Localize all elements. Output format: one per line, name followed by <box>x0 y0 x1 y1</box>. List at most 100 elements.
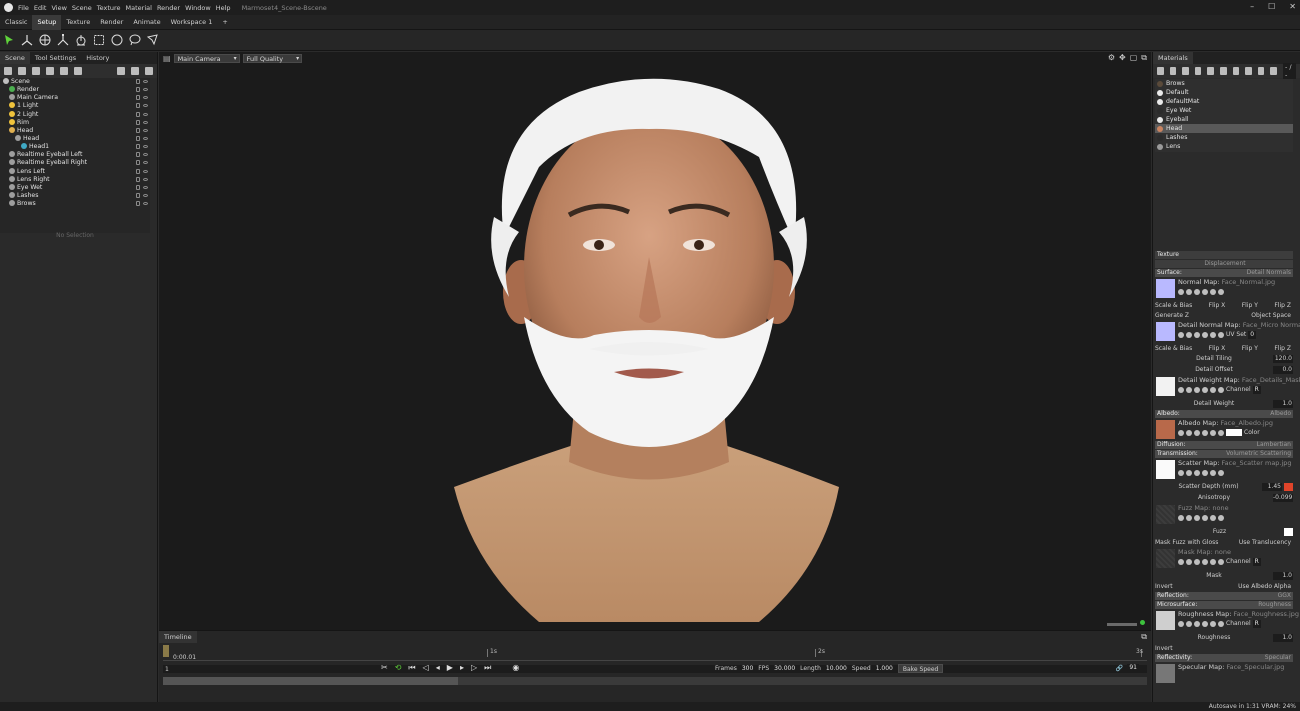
invert-checkbox[interactable]: Invert <box>1155 583 1173 590</box>
refresh-icon[interactable] <box>1245 67 1252 75</box>
eye-icon[interactable] <box>1194 288 1200 295</box>
speed-field[interactable]: 1.000 <box>873 664 895 673</box>
add-camera-icon[interactable] <box>32 67 40 75</box>
menu-file[interactable]: File <box>18 4 29 12</box>
add-material-icon[interactable] <box>74 67 82 75</box>
tab-animate[interactable]: Animate <box>128 15 165 30</box>
next-frame-icon[interactable]: ▸ <box>460 663 464 673</box>
visibility-icon[interactable] <box>143 185 148 189</box>
gear-icon[interactable]: ⚙ <box>1108 53 1115 63</box>
scene-tree-item[interactable]: Head <box>0 126 150 135</box>
visibility-icon[interactable] <box>143 202 148 206</box>
reflection-value[interactable]: GGX <box>1278 592 1293 600</box>
scene-tree-item[interactable]: Eye Wet <box>0 183 150 192</box>
material-item[interactable]: Default <box>1155 88 1293 97</box>
search-icon[interactable] <box>1186 620 1192 627</box>
scene-tree-item[interactable]: 2 Light <box>0 110 150 119</box>
fuzz-thumbnail[interactable] <box>1156 505 1175 524</box>
scene-tree-item[interactable]: Render <box>0 86 150 94</box>
invert-checkbox[interactable]: Invert <box>1155 645 1173 652</box>
lock-icon[interactable] <box>136 135 140 141</box>
fuzz-map-file[interactable]: none <box>1212 504 1228 512</box>
transmission-value[interactable]: Volumetric Scattering <box>1226 450 1293 458</box>
folder-icon[interactable] <box>117 67 125 75</box>
lock-icon[interactable] <box>136 95 140 101</box>
reload-icon[interactable] <box>1210 288 1216 295</box>
quality-dropdown[interactable]: Full Quality <box>242 53 303 63</box>
tab-setup[interactable]: Setup <box>32 14 62 30</box>
mask-thumbnail[interactable] <box>1156 549 1175 568</box>
menu-edit[interactable]: Edit <box>34 4 47 12</box>
select-tool-icon[interactable] <box>2 33 16 47</box>
scatter-thumbnail[interactable] <box>1156 460 1175 479</box>
move-tool-icon[interactable] <box>20 33 34 47</box>
maximize-icon[interactable]: ☐ <box>1268 2 1275 11</box>
search-icon[interactable] <box>1186 558 1192 565</box>
lock-icon[interactable] <box>136 201 140 207</box>
gear-icon[interactable] <box>1178 558 1184 565</box>
visibility-icon[interactable] <box>143 161 148 165</box>
pencil-icon[interactable] <box>1202 558 1208 565</box>
prev-key-icon[interactable]: ◁ <box>423 663 429 673</box>
duplicate-icon[interactable] <box>131 67 139 75</box>
close-icon[interactable] <box>1218 514 1224 521</box>
reload-icon[interactable] <box>1210 558 1216 565</box>
visibility-icon[interactable] <box>143 169 148 173</box>
visibility-icon[interactable] <box>143 120 148 124</box>
search-icon[interactable] <box>1186 429 1192 436</box>
roughness-map-file[interactable]: Face_Roughness.jpg <box>1234 610 1300 618</box>
scene-tree-item[interactable]: 1 Light <box>0 102 150 110</box>
pencil-icon[interactable] <box>1202 331 1208 338</box>
channel-dropdown[interactable]: R <box>1252 619 1261 628</box>
generate-z-checkbox[interactable]: Generate Z <box>1155 312 1189 319</box>
scene-tree-item[interactable]: Main Camera <box>0 94 150 102</box>
scale-bias-checkbox[interactable]: Scale & Bias <box>1155 302 1192 309</box>
flip-y-checkbox[interactable]: Flip Y <box>1242 302 1258 309</box>
scene-tree-item[interactable]: Brows <box>0 200 150 208</box>
tab-timeline[interactable]: Timeline <box>159 631 197 643</box>
albedo-thumbnail[interactable] <box>1156 420 1175 439</box>
lasso-select-icon[interactable] <box>128 33 142 47</box>
reload-icon[interactable] <box>1210 514 1216 521</box>
lock-icon[interactable] <box>136 160 140 166</box>
transmission-section[interactable]: Transmission: Volumetric Scattering <box>1155 450 1293 458</box>
folder-icon[interactable] <box>1207 67 1214 75</box>
scatter-map-file[interactable]: Face_Scatter map.jpg <box>1222 459 1292 467</box>
rotate-tool-icon[interactable] <box>38 33 52 47</box>
apply-icon[interactable] <box>1270 67 1277 75</box>
surface-value[interactable]: Detail Normals <box>1247 269 1293 277</box>
mask-field[interactable]: 1.0 <box>1273 571 1293 580</box>
visibility-icon[interactable] <box>143 193 148 197</box>
popout-icon[interactable]: ⧉ <box>1141 53 1147 63</box>
play-icon[interactable]: ▶ <box>447 663 453 673</box>
menu-window[interactable]: Window <box>185 4 211 12</box>
pencil-icon[interactable] <box>1202 288 1208 295</box>
flip-z-checkbox[interactable]: Flip Z <box>1274 345 1291 352</box>
detail-tiling-field[interactable]: 120.0 <box>1273 354 1293 363</box>
displacement-section[interactable]: Displacement <box>1155 260 1293 268</box>
eye-icon[interactable] <box>1194 514 1200 521</box>
link-icon[interactable]: 🔗 <box>1116 665 1123 672</box>
menu-render[interactable]: Render <box>157 4 180 12</box>
material-tree-icon[interactable] <box>1169 67 1177 75</box>
material-item[interactable]: Lens <box>1155 142 1293 151</box>
tab-render[interactable]: Render <box>95 15 128 30</box>
roughness-field[interactable]: 1.0 <box>1273 633 1293 642</box>
reflection-section[interactable]: Reflection: GGX <box>1155 592 1293 600</box>
gear-icon[interactable] <box>1178 429 1184 436</box>
use-translucency-checkbox[interactable]: Use Translucency <box>1239 539 1291 546</box>
channel-dropdown[interactable]: R <box>1252 385 1261 394</box>
delete-icon[interactable] <box>1232 67 1240 75</box>
pan-icon[interactable]: ✥ <box>1119 53 1126 63</box>
visibility-icon[interactable] <box>143 136 148 140</box>
object-space-checkbox[interactable]: Object Space <box>1251 312 1291 319</box>
gear-icon[interactable] <box>1178 514 1184 521</box>
scene-tree-item[interactable]: Lens Left <box>0 167 150 176</box>
eye-icon[interactable] <box>1194 469 1200 476</box>
diffusion-value[interactable]: Lambertian <box>1257 441 1293 449</box>
first-frame-icon[interactable]: ⏮ <box>408 663 415 673</box>
timeline-ruler[interactable]: 1s 2s 3s <box>163 645 1147 661</box>
lock-icon[interactable] <box>136 176 140 182</box>
lock-icon[interactable] <box>136 127 140 133</box>
add-shadow-catcher-icon[interactable] <box>46 67 54 75</box>
